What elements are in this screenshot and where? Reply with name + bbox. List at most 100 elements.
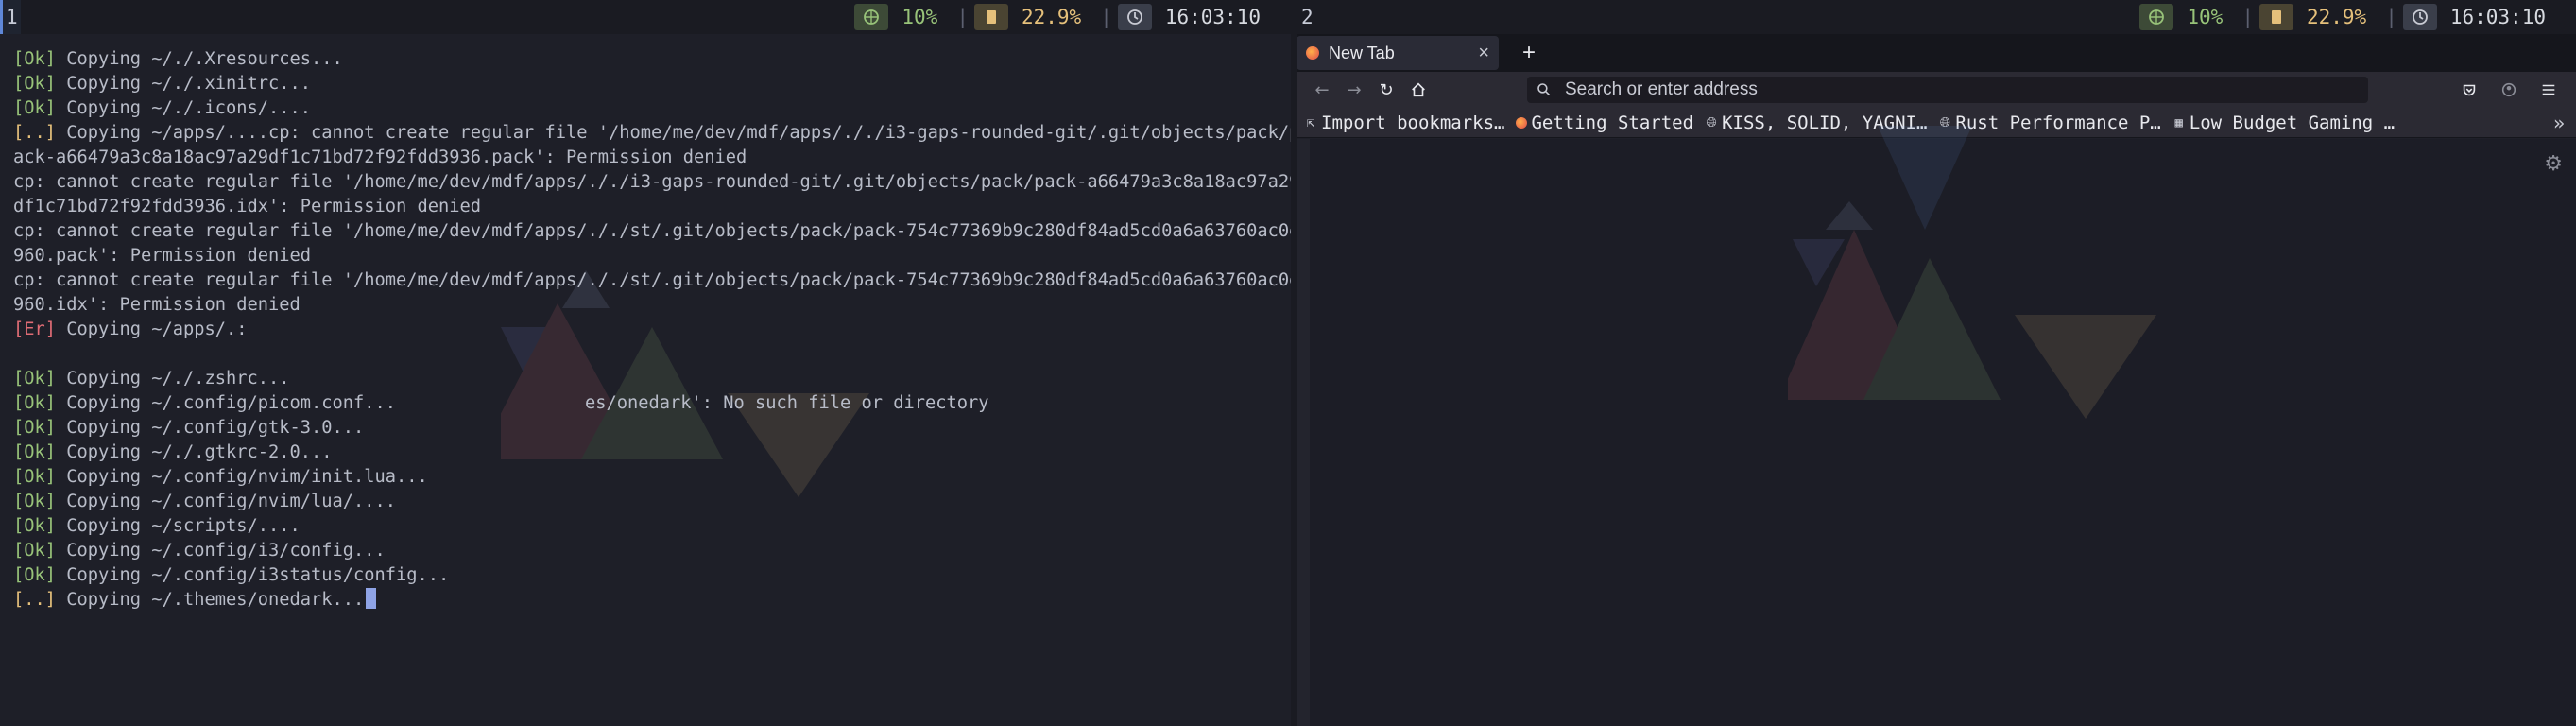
terminal-line-text: Copying ~/.config/picom.conf... — [56, 393, 397, 413]
terminal-cursor — [366, 588, 377, 609]
terminal-line: cp: cannot create regular file '/home/me… — [13, 170, 1291, 195]
search-icon — [1537, 82, 1554, 97]
separator: | — [956, 6, 969, 28]
terminal-line-text: Copying ~/./.gtkrc-2.0... — [56, 442, 333, 462]
toolbar-actions — [2451, 76, 2567, 104]
terminal-line-text: cp: cannot create regular file '/home/me… — [13, 221, 1291, 241]
status-tag: [Ok] — [13, 442, 57, 462]
network-icon — [854, 4, 889, 30]
status-bar-left: 1 10% | 22.9% | 16:03:10 — [0, 0, 1291, 34]
status-modules: 10% | 22.9% | 16:03:10 — [2139, 0, 2559, 34]
terminal-line: [Ok] Copying ~/./.xinitrc... — [13, 72, 1291, 96]
memory-module: 22.9% — [2258, 4, 2379, 30]
tab-strip: New Tab × + — [1297, 34, 2576, 72]
terminal-line: [Ok] Copying ~/.config/nvim/lua/.... — [13, 490, 1291, 514]
home-icon — [1412, 82, 1425, 97]
clock-icon — [1117, 4, 1152, 30]
status-tag: [Ok] — [13, 492, 57, 511]
terminal-line: [..] Copying ~/apps/....cp: cannot creat… — [13, 121, 1291, 146]
menu-button[interactable] — [2531, 76, 2567, 104]
status-tag: [Ok] — [13, 565, 57, 585]
wallpaper-logo — [1788, 126, 2156, 419]
workspace-indicator[interactable]: 1 — [0, 0, 21, 34]
terminal-line: [Ok] Copying ~/.config/gtk-3.0... — [13, 416, 1291, 441]
terminal-line: [..] Copying ~/.themes/onedark... — [13, 588, 1291, 613]
status-tag: [Ok] — [13, 516, 57, 536]
close-icon[interactable]: × — [1478, 43, 1489, 64]
terminal-line-text: Copying ~/.config/nvim/lua/.... — [56, 492, 397, 511]
status-tag: [..] — [13, 123, 57, 143]
clock-value: 16:03:10 — [1164, 6, 1261, 28]
status-tag: [Ok] — [13, 467, 57, 487]
terminal-line: [Ok] Copying ~/.config/i3status/config..… — [13, 563, 1291, 588]
bookmark-import[interactable]: ⇱ Import bookmarks… — [1304, 112, 1505, 133]
tab-new-tab[interactable]: New Tab × — [1297, 36, 1499, 70]
network-value: 10% — [902, 6, 938, 28]
reload-button[interactable]: ↻ — [1370, 76, 1402, 104]
terminal-line-text: Copying ~/apps/.: — [56, 320, 248, 339]
status-tag: [Ok] — [13, 393, 57, 413]
terminal-line-text: cp: cannot create regular file '/home/me… — [13, 172, 1291, 192]
terminal-line: ack-a66479a3c8a18ac97a29df1c71bd72f92fdd… — [13, 146, 1291, 170]
home-button[interactable] — [1402, 76, 1434, 104]
bookmark-getting-started[interactable]: Getting Started — [1516, 112, 1693, 133]
status-tag: [Ok] — [13, 418, 57, 438]
firefox-icon — [1306, 46, 1319, 60]
bookmark-label: Import bookmarks… — [1321, 112, 1505, 133]
bookmark-low-budget-gaming[interactable]: ▦ Low Budget Gaming … — [2172, 112, 2396, 133]
clock-module: 16:03:10 — [1117, 4, 1274, 30]
terminal-line: [Ok] Copying ~/scripts/.... — [13, 514, 1291, 539]
workspace-indicator[interactable]: 2 — [1298, 0, 1316, 34]
separator: | — [1100, 6, 1112, 28]
status-tag: [Ok] — [13, 541, 57, 561]
memory-value: 22.9% — [1021, 6, 1082, 28]
terminal-line-text: Copying ~/./.Xresources... — [56, 49, 343, 69]
bookmarks-overflow-button[interactable]: » — [2553, 108, 2565, 138]
clock-icon — [2402, 4, 2437, 30]
status-tag: [Er] — [13, 320, 57, 339]
terminal-line: df1c71bd72f92fdd3936.idx': Permission de… — [13, 195, 1291, 219]
terminal-window[interactable]: [Ok] Copying ~/./.Xresources... [Ok] Copy… — [0, 34, 1291, 726]
navigation-bar: ← → ↻ Search or enter address — [1297, 72, 2576, 108]
globe-icon: 🌐︎ — [1706, 114, 1717, 130]
pocket-icon — [2463, 84, 2476, 96]
new-tab-button[interactable]: + — [1512, 36, 1546, 70]
bookmark-label: Low Budget Gaming … — [2189, 112, 2396, 133]
terminal-line-text: df1c71bd72f92fdd3936.idx': Permission de… — [13, 197, 482, 216]
memory-icon — [973, 4, 1008, 30]
settings-gear-icon[interactable]: ⚙ — [2544, 152, 2563, 176]
terminal-line: [Ok] Copying ~/./.icons/.... — [13, 96, 1291, 121]
sidebar-strip — [1297, 139, 1310, 726]
terminal-line-text: Copying ~/.themes/onedark... — [56, 590, 365, 610]
import-icon: ⇱ — [1306, 114, 1315, 130]
address-placeholder: Search or enter address — [1565, 79, 1758, 99]
clock-value: 16:03:10 — [2449, 6, 2546, 28]
network-module: 10% — [854, 4, 951, 30]
terminal-line-text: Copying ~/./.icons/.... — [56, 98, 312, 118]
terminal-line: [Ok] Copying ~/./.Xresources... — [13, 47, 1291, 72]
status-tag: [Ok] — [13, 49, 57, 69]
terminal-line: [Ok] Copying ~/.config/i3/config... — [13, 539, 1291, 563]
terminal-line: [Ok] Copying ~/./.gtkrc-2.0... — [13, 441, 1291, 465]
status-bar-right: 2 10% | 22.9% | 16:03:10 — [1291, 0, 2576, 34]
status-tag: [Ok] — [13, 98, 57, 118]
address-bar[interactable]: Search or enter address — [1527, 77, 2368, 103]
account-button[interactable] — [2491, 76, 2527, 104]
memory-value: 22.9% — [2306, 6, 2367, 28]
network-icon — [2139, 4, 2174, 30]
terminal-line-text: 960.idx': Permission denied — [13, 295, 301, 315]
terminal-line: 960.pack': Permission denied — [13, 244, 1291, 268]
terminal-line: [Ok] Copying ~/.config/nvim/init.lua... — [13, 465, 1291, 490]
terminal-line-text: Copying ~/.config/nvim/init.lua... — [56, 467, 428, 487]
pocket-button[interactable] — [2451, 76, 2487, 104]
network-module: 10% — [2139, 4, 2236, 30]
forward-button[interactable]: → — [1338, 76, 1370, 104]
terminal-line-text: Copying ~/.config/i3/config... — [56, 541, 386, 561]
tab-title: New Tab — [1329, 43, 1395, 62]
terminal-line-text: ack-a66479a3c8a18ac97a29df1c71bd72f92fdd… — [13, 147, 747, 167]
status-modules: 10% | 22.9% | 16:03:10 — [854, 0, 1274, 34]
browser-window: New Tab × + ← → ↻ Search or enter addres… — [1297, 34, 2576, 726]
memory-icon — [2258, 4, 2293, 30]
back-button[interactable]: ← — [1306, 76, 1338, 104]
